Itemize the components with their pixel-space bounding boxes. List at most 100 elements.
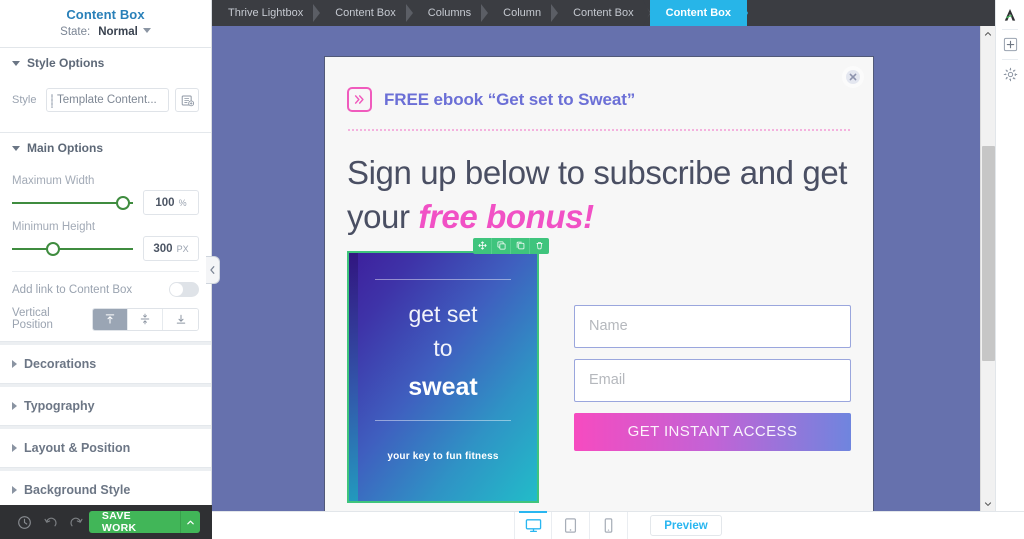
maximum-width-control: 100 %	[12, 190, 199, 215]
ebook-line-1: get set	[408, 300, 478, 327]
align-bottom-button[interactable]	[163, 308, 198, 330]
scrollbar-thumb[interactable]	[982, 146, 995, 361]
device-desktop-button[interactable]	[514, 511, 553, 539]
maximum-width-label: Maximum Width	[12, 175, 95, 187]
scroll-down-button[interactable]	[981, 496, 995, 511]
minimum-height-value-box[interactable]: 300 PX	[143, 236, 199, 261]
ebook-rule-top	[375, 278, 511, 280]
element-selection-toolbar	[473, 237, 549, 254]
section-label: Layout & Position	[24, 441, 131, 455]
thrive-architect-editor: Content Box State: Normal Style Options S…	[0, 0, 1024, 539]
state-selector[interactable]: State: Normal	[0, 26, 211, 38]
template-picker-button[interactable]	[175, 88, 199, 112]
sidebar: Content Box State: Normal Style Options S…	[0, 0, 212, 539]
vertical-position-row: Vertical Position	[12, 307, 199, 331]
chevron-down-icon	[984, 501, 992, 506]
add-link-toggle[interactable]	[169, 282, 199, 297]
lightbox-close-button[interactable]	[842, 66, 864, 88]
ebook-rule-bottom	[375, 420, 511, 422]
email-placeholder: Email	[589, 372, 626, 389]
device-mobile-button[interactable]	[590, 512, 629, 539]
slider-knob[interactable]	[116, 195, 131, 210]
scroll-up-button[interactable]	[981, 26, 995, 41]
move-icon	[477, 241, 487, 250]
device-tablet-button[interactable]	[552, 512, 591, 539]
duplicate-icon	[497, 241, 505, 250]
maximum-width-unit: %	[178, 197, 187, 208]
breadcrumb-item-column[interactable]: Column	[487, 0, 558, 26]
minimum-height-control: 300 PX	[12, 236, 199, 261]
breadcrumb: Thrive Lightbox Content Box Columns Colu…	[212, 0, 995, 26]
breadcrumb-item-content-box-2[interactable]: Content Box	[557, 0, 651, 26]
state-value: Normal	[98, 26, 138, 38]
history-button[interactable]	[12, 505, 38, 539]
close-circle-icon	[846, 70, 860, 84]
caret-right-icon	[12, 486, 17, 494]
chevron-up-icon	[984, 31, 992, 36]
delete-element-button[interactable]	[530, 238, 549, 254]
section-decorations[interactable]: Decorations	[0, 345, 211, 384]
copy-element-button[interactable]	[511, 237, 530, 254]
section-typography[interactable]: Typography	[0, 387, 211, 426]
ebook-column: get set to sweat your key to fun fitness	[347, 237, 559, 503]
canvas-scrollbar[interactable]	[980, 26, 995, 511]
breadcrumb-item-thrive-lightbox[interactable]: Thrive Lightbox	[212, 0, 321, 26]
caret-down-icon	[12, 145, 20, 151]
minimum-height-slider[interactable]	[12, 239, 133, 259]
chevron-left-icon	[210, 266, 215, 274]
style-input[interactable]: Template Content...	[46, 88, 169, 112]
chevron-up-icon	[187, 520, 194, 524]
settings-button[interactable]	[996, 60, 1024, 89]
maximum-width-value-box[interactable]: 100 %	[143, 190, 199, 215]
sidebar-header: Content Box State: Normal	[0, 0, 211, 48]
style-label: Style	[12, 94, 37, 106]
align-middle-button[interactable]	[128, 308, 163, 330]
breadcrumb-item-content-box-active[interactable]: Content Box	[642, 0, 749, 26]
state-label: State:	[60, 26, 91, 38]
name-placeholder: Name	[589, 318, 628, 335]
get-instant-access-button[interactable]: GET INSTANT ACCESS	[574, 412, 851, 451]
maximum-width-slider[interactable]	[12, 193, 133, 213]
divider	[12, 271, 199, 272]
duplicate-element-button[interactable]	[492, 237, 511, 254]
mobile-icon	[604, 518, 613, 533]
move-element-button[interactable]	[473, 237, 492, 254]
save-bar: SAVE WORK	[0, 505, 212, 539]
ebook-cover-image[interactable]: get set to sweat your key to fun fitness	[347, 250, 539, 503]
email-field[interactable]: Email	[574, 358, 851, 402]
section-layout-position[interactable]: Layout & Position	[0, 429, 211, 468]
caret-right-icon	[12, 360, 17, 368]
sidebar-collapse-handle[interactable]	[206, 256, 220, 284]
panel-header-main-options[interactable]: Main Options	[0, 133, 211, 163]
save-options-button[interactable]	[180, 511, 200, 533]
name-field[interactable]: Name	[574, 304, 851, 348]
cta-label: GET INSTANT ACCESS	[627, 423, 798, 441]
tablet-icon	[565, 518, 577, 533]
preview-button[interactable]: Preview	[650, 515, 722, 536]
lightbox-headline: Sign up below to subscribe and get your …	[347, 151, 851, 239]
panel-title: Style Options	[27, 56, 105, 70]
breadcrumb-item-content-box-1[interactable]: Content Box	[319, 0, 413, 26]
lightbox-content: FREE ebook “Get set to Sweat” Sign up be…	[325, 57, 873, 503]
vertical-position-label: Vertical Position	[12, 307, 53, 331]
ebook-cover-text: get set to sweat your key to fun fitness	[349, 253, 537, 462]
section-label: Typography	[24, 399, 95, 413]
panel-title: Main Options	[27, 141, 103, 155]
minimum-height-label: Minimum Height	[12, 221, 96, 233]
double-chevron-right-icon	[354, 95, 364, 104]
undo-button[interactable]	[38, 505, 64, 539]
breadcrumb-item-columns[interactable]: Columns	[412, 0, 489, 26]
eyebrow-text: FREE ebook “Get set to Sweat”	[384, 89, 636, 109]
signup-form: Name Email GET INSTANT ACCESS	[559, 251, 851, 503]
save-work-button[interactable]: SAVE WORK	[88, 510, 201, 534]
add-element-button[interactable]	[996, 30, 1024, 59]
align-top-button[interactable]	[93, 308, 128, 330]
ebook-line-3: sweat	[408, 373, 478, 402]
thrive-lightbox: FREE ebook “Get set to Sweat” Sign up be…	[324, 56, 874, 511]
align-top-icon	[105, 314, 115, 324]
caret-down-icon	[12, 60, 20, 66]
panel-header-style-options[interactable]: Style Options	[0, 48, 211, 78]
redo-button[interactable]	[63, 505, 89, 539]
slider-knob[interactable]	[45, 241, 60, 256]
logo-button[interactable]	[996, 0, 1024, 29]
